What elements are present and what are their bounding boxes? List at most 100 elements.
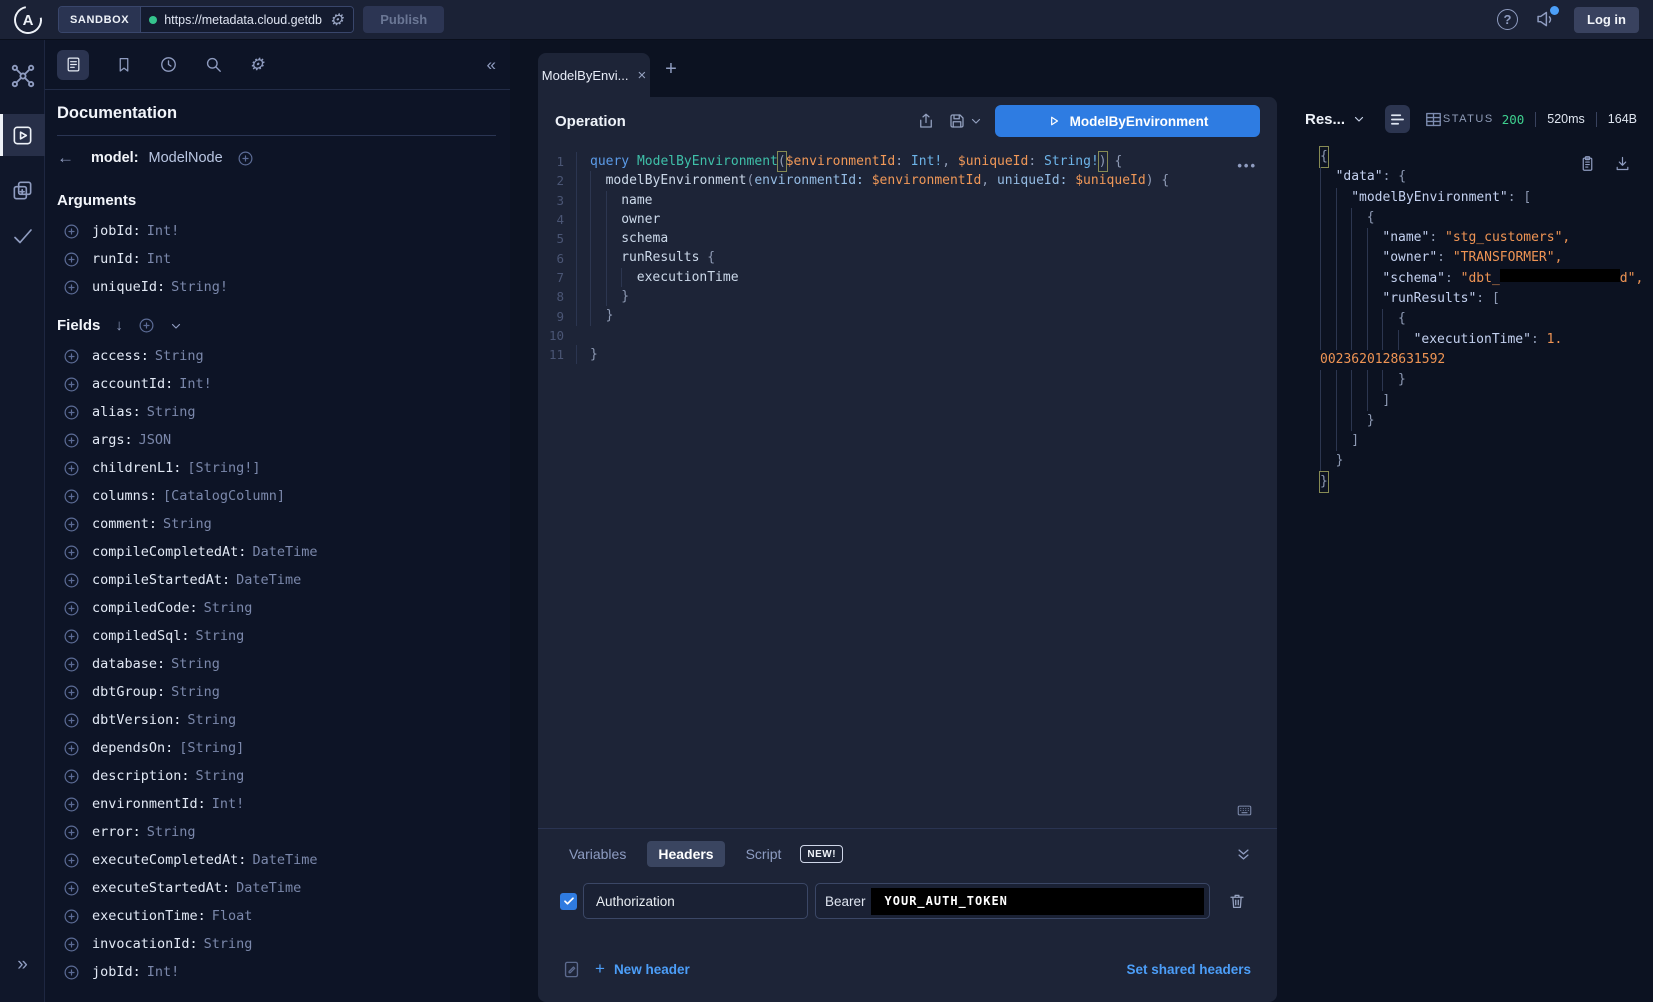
field-type[interactable]: String bbox=[147, 404, 196, 420]
field-type[interactable]: Int! bbox=[212, 796, 245, 812]
apollo-logo-icon[interactable]: A bbox=[9, 0, 48, 39]
add-to-query-icon[interactable] bbox=[63, 223, 80, 240]
field-name[interactable]: error: bbox=[92, 824, 141, 840]
add-to-query-icon[interactable] bbox=[63, 852, 80, 869]
checks-icon[interactable] bbox=[0, 216, 45, 256]
sort-fields-icon[interactable]: ↓ bbox=[115, 317, 123, 334]
add-to-query-icon[interactable] bbox=[63, 936, 80, 953]
formatted-view-icon[interactable] bbox=[1385, 105, 1410, 133]
field-type[interactable]: [String!] bbox=[187, 460, 260, 476]
field-type[interactable]: String bbox=[204, 600, 253, 616]
field-name[interactable]: database: bbox=[92, 656, 165, 672]
add-to-query-icon[interactable] bbox=[63, 964, 80, 981]
add-to-query-icon[interactable] bbox=[63, 656, 80, 673]
bookmark-icon[interactable] bbox=[115, 56, 133, 74]
add-to-query-icon[interactable] bbox=[63, 544, 80, 561]
field-type[interactable]: String bbox=[187, 712, 236, 728]
argument-name[interactable]: uniqueId: bbox=[92, 279, 165, 295]
add-to-query-icon[interactable] bbox=[63, 488, 80, 505]
collections-icon[interactable] bbox=[0, 170, 45, 210]
field-name[interactable]: comment: bbox=[92, 516, 157, 532]
add-model-icon[interactable] bbox=[237, 150, 254, 167]
add-to-query-icon[interactable] bbox=[63, 432, 80, 449]
graphql-editor[interactable]: 1query ModelByEnvironment($environmentId… bbox=[538, 145, 1277, 828]
field-type[interactable]: String bbox=[196, 628, 245, 644]
field-name[interactable]: jobId: bbox=[92, 964, 141, 980]
argument-type[interactable]: String! bbox=[171, 279, 228, 295]
field-type[interactable]: String bbox=[147, 824, 196, 840]
search-icon[interactable] bbox=[204, 55, 223, 74]
add-to-query-icon[interactable] bbox=[63, 376, 80, 393]
editor-options-icon[interactable]: ••• bbox=[1237, 158, 1257, 173]
operation-tab[interactable]: ModelByEnvi... × bbox=[538, 53, 650, 97]
header-enabled-checkbox[interactable] bbox=[560, 893, 577, 910]
copy-response-icon[interactable] bbox=[1579, 155, 1596, 172]
argument-type[interactable]: Int! bbox=[147, 223, 180, 239]
editor-code-lines[interactable]: 1query ModelByEnvironment($environmentId… bbox=[538, 152, 1277, 364]
field-type[interactable]: Float bbox=[212, 908, 253, 924]
table-view-icon[interactable] bbox=[1424, 110, 1443, 129]
add-to-query-icon[interactable] bbox=[63, 824, 80, 841]
field-name[interactable]: dbtGroup: bbox=[92, 684, 165, 700]
field-name[interactable]: executionTime: bbox=[92, 908, 206, 924]
run-operation-button[interactable]: ModelByEnvironment bbox=[995, 105, 1260, 137]
add-to-query-icon[interactable] bbox=[63, 628, 80, 645]
field-type[interactable]: String bbox=[204, 936, 253, 952]
tab-script[interactable]: Script bbox=[735, 841, 793, 867]
response-title[interactable]: Res... bbox=[1305, 111, 1365, 128]
field-type[interactable]: String bbox=[163, 516, 212, 532]
schema-graph-icon[interactable] bbox=[0, 56, 45, 96]
endpoint-url-box[interactable]: https://metadata.cloud.getdbt.com ⚙ bbox=[141, 7, 353, 32]
header-value-input[interactable]: Bearer YOUR_AUTH_TOKEN bbox=[815, 883, 1210, 919]
new-header-button[interactable]: + New header bbox=[595, 959, 690, 979]
add-to-query-icon[interactable] bbox=[63, 796, 80, 813]
announcements-icon[interactable] bbox=[1535, 9, 1557, 31]
add-to-query-icon[interactable] bbox=[63, 908, 80, 925]
auth-token-box[interactable]: YOUR_AUTH_TOKEN bbox=[871, 888, 1204, 915]
field-type[interactable]: [CatalogColumn] bbox=[163, 488, 285, 504]
back-arrow-icon[interactable]: ← bbox=[57, 148, 83, 168]
field-name[interactable]: accountId: bbox=[92, 376, 173, 392]
add-to-query-icon[interactable] bbox=[63, 684, 80, 701]
argument-name[interactable]: jobId: bbox=[92, 223, 141, 239]
add-to-query-icon[interactable] bbox=[63, 516, 80, 533]
field-name[interactable]: access: bbox=[92, 348, 149, 364]
keyboard-shortcuts-icon[interactable] bbox=[1234, 803, 1255, 818]
publish-button[interactable]: Publish bbox=[363, 6, 444, 33]
field-name[interactable]: compileStartedAt: bbox=[92, 572, 230, 588]
field-type[interactable]: String bbox=[171, 656, 220, 672]
argument-type[interactable]: Int bbox=[147, 251, 171, 267]
expand-rail-icon[interactable]: » bbox=[0, 954, 45, 976]
field-name[interactable]: compiledCode: bbox=[92, 600, 198, 616]
documentation-tab-icon[interactable] bbox=[57, 50, 89, 80]
add-to-query-icon[interactable] bbox=[63, 600, 80, 617]
new-tab-icon[interactable]: + bbox=[660, 58, 682, 81]
field-type[interactable]: JSON bbox=[139, 432, 172, 448]
field-name[interactable]: compileCompletedAt: bbox=[92, 544, 246, 560]
field-type[interactable]: DateTime bbox=[252, 852, 317, 868]
field-name[interactable]: description: bbox=[92, 768, 190, 784]
add-to-query-icon[interactable] bbox=[63, 279, 80, 296]
field-type[interactable]: [String] bbox=[179, 740, 244, 756]
delete-header-icon[interactable] bbox=[1228, 892, 1246, 910]
collapse-panel-icon[interactable] bbox=[1236, 847, 1257, 862]
close-tab-icon[interactable]: × bbox=[637, 67, 646, 84]
operations-tab-selected[interactable] bbox=[0, 114, 45, 156]
field-name[interactable]: executeStartedAt: bbox=[92, 880, 230, 896]
add-to-query-icon[interactable] bbox=[63, 572, 80, 589]
collapse-sidebar-icon[interactable]: « bbox=[487, 55, 498, 75]
settings-gear-icon[interactable]: ⚙ bbox=[249, 55, 264, 75]
field-type[interactable]: String bbox=[196, 768, 245, 784]
tab-variables[interactable]: Variables bbox=[558, 841, 637, 867]
field-name[interactable]: executeCompletedAt: bbox=[92, 852, 246, 868]
field-name[interactable]: args: bbox=[92, 432, 133, 448]
tab-headers[interactable]: Headers bbox=[647, 841, 724, 867]
field-type[interactable]: DateTime bbox=[252, 544, 317, 560]
edit-file-icon[interactable] bbox=[562, 960, 581, 979]
history-icon[interactable] bbox=[159, 55, 178, 74]
share-icon[interactable] bbox=[917, 112, 935, 130]
header-key-input[interactable] bbox=[583, 883, 808, 919]
add-to-query-icon[interactable] bbox=[63, 768, 80, 785]
help-icon[interactable]: ? bbox=[1497, 9, 1518, 30]
field-name[interactable]: environmentId: bbox=[92, 796, 206, 812]
